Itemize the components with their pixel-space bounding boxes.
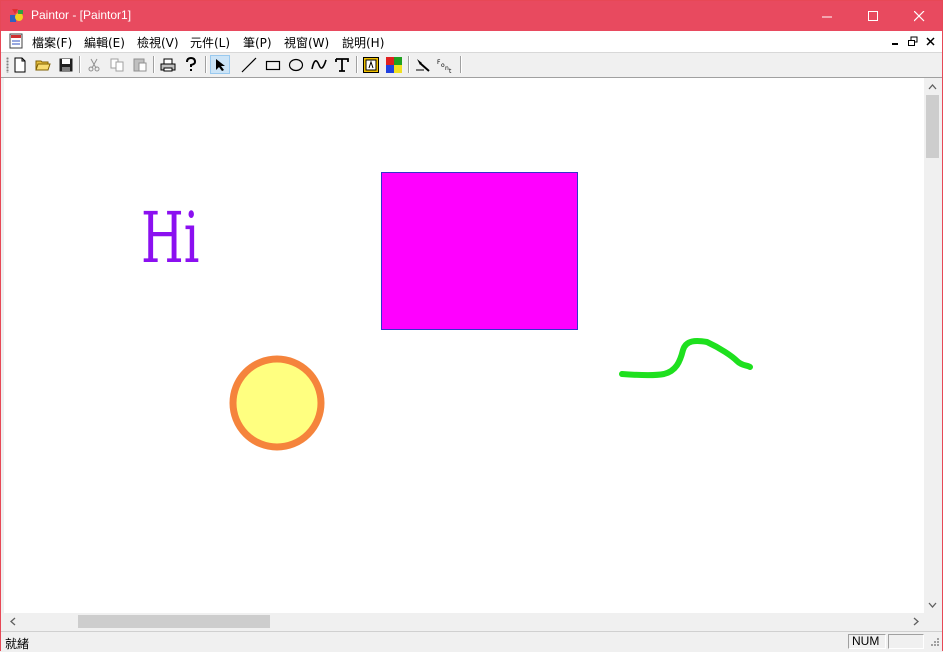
pen-color-icon xyxy=(363,56,379,73)
new-button[interactable] xyxy=(10,55,30,74)
horizontal-scroll-thumb[interactable] xyxy=(78,615,270,628)
fill-color-button[interactable] xyxy=(384,55,404,74)
scroll-down-button[interactable] xyxy=(924,596,941,613)
toolbar-separator xyxy=(153,56,155,73)
maximize-icon xyxy=(867,10,878,21)
toolbar-separator xyxy=(356,56,358,73)
pen-color-button[interactable] xyxy=(361,55,381,74)
rectangle-tool-button[interactable] xyxy=(263,55,283,74)
window-title: Paintor - [Paintor1] xyxy=(31,8,132,22)
menu-help[interactable]: 說明(H) xyxy=(342,34,384,51)
copy-button[interactable] xyxy=(107,55,127,74)
toolbar-separator xyxy=(408,56,410,73)
menu-file[interactable]: 檔案(F) xyxy=(32,34,72,51)
font-icon: Font xyxy=(437,59,452,73)
new-file-icon xyxy=(14,57,26,72)
ellipse-icon xyxy=(288,58,304,71)
ellipse-tool-button[interactable] xyxy=(286,55,306,74)
toolbar-separator xyxy=(79,56,81,73)
menu-bar: 檔案(F) 編輯(E) 檢視(V) 元件(L) 筆(P) 視窗(W) 說明(H) xyxy=(1,31,942,52)
title-bar[interactable]: Paintor - [Paintor1] xyxy=(1,1,942,31)
scroll-up-button[interactable] xyxy=(924,78,941,95)
pen-style-button[interactable] xyxy=(413,55,433,74)
menu-window[interactable]: 視窗(W) xyxy=(284,34,329,51)
line-tool-button[interactable] xyxy=(239,55,259,74)
help-question-icon xyxy=(186,56,197,71)
toolbar: Font xyxy=(1,52,942,78)
scissors-icon xyxy=(88,58,100,71)
freehand-tool-button[interactable] xyxy=(309,55,329,74)
about-button[interactable] xyxy=(181,55,201,74)
chevron-right-icon xyxy=(913,617,919,626)
cut-button[interactable] xyxy=(84,55,104,74)
menu-component[interactable]: 元件(L) xyxy=(190,34,230,51)
num-lock-indicator: NUM xyxy=(848,634,886,649)
scroll-left-button[interactable] xyxy=(4,613,21,630)
drawing-canvas[interactable]: Hi xyxy=(4,78,924,613)
close-button[interactable] xyxy=(896,1,942,31)
open-folder-icon xyxy=(35,60,51,70)
open-button[interactable] xyxy=(33,55,53,74)
scroll-right-button[interactable] xyxy=(907,613,924,630)
child-restore-icon[interactable] xyxy=(906,35,920,48)
toolbar-separator xyxy=(460,56,462,73)
toolbar-grip[interactable] xyxy=(6,57,9,73)
paste-icon xyxy=(133,58,146,72)
child-close-icon[interactable] xyxy=(924,35,938,48)
status-pane-empty xyxy=(888,634,924,649)
minimize-icon xyxy=(821,16,832,17)
freehand-curve-icon xyxy=(311,59,327,69)
paintor-app-icon[interactable] xyxy=(9,8,25,24)
child-minimize-icon[interactable] xyxy=(889,35,903,48)
rectangle-icon xyxy=(265,60,281,70)
yellow-circle-shape[interactable] xyxy=(229,355,325,451)
status-message: 就緒 xyxy=(5,637,30,651)
text-tool-button[interactable] xyxy=(332,55,352,74)
chevron-left-icon xyxy=(9,617,15,626)
resize-grip-icon[interactable] xyxy=(928,637,940,649)
arrow-pointer-icon xyxy=(216,58,225,71)
horizontal-scrollbar[interactable] xyxy=(4,613,924,630)
status-bar: 就緒 NUM xyxy=(1,631,942,651)
floppy-save-icon xyxy=(59,58,73,71)
document-icon[interactable] xyxy=(8,33,24,49)
chevron-down-icon xyxy=(928,602,937,608)
menu-pen[interactable]: 筆(P) xyxy=(243,34,272,51)
canvas-shapes xyxy=(229,172,753,451)
toolbar-separator xyxy=(205,56,207,73)
app-window: Paintor - [Paintor1] 檔案(F) 編輯(E) 檢視(V) 元… xyxy=(0,0,943,651)
green-freehand-shape[interactable] xyxy=(619,338,753,379)
vertical-scrollbar[interactable] xyxy=(924,78,941,613)
line-icon xyxy=(241,57,257,72)
color-palette-icon xyxy=(386,56,402,73)
magenta-rectangle-shape[interactable] xyxy=(381,172,578,330)
text-t-icon xyxy=(335,57,349,72)
font-button[interactable]: Font xyxy=(436,55,456,74)
svg-text:t: t xyxy=(449,68,452,73)
copy-icon xyxy=(110,58,123,71)
close-icon xyxy=(913,10,924,21)
printer-icon xyxy=(160,58,176,71)
vertical-scroll-thumb[interactable] xyxy=(926,95,939,158)
select-tool-button[interactable] xyxy=(210,55,230,74)
save-button[interactable] xyxy=(56,55,76,74)
chevron-up-icon xyxy=(928,83,937,89)
print-button[interactable] xyxy=(158,55,178,74)
menu-edit[interactable]: 編輯(E) xyxy=(84,34,125,51)
scrollbar-corner xyxy=(924,613,941,630)
pen-style-icon xyxy=(416,58,430,72)
menu-view[interactable]: 檢視(V) xyxy=(137,34,179,51)
paste-button[interactable] xyxy=(130,55,150,74)
minimize-button[interactable] xyxy=(804,1,850,31)
maximize-button[interactable] xyxy=(850,1,896,31)
